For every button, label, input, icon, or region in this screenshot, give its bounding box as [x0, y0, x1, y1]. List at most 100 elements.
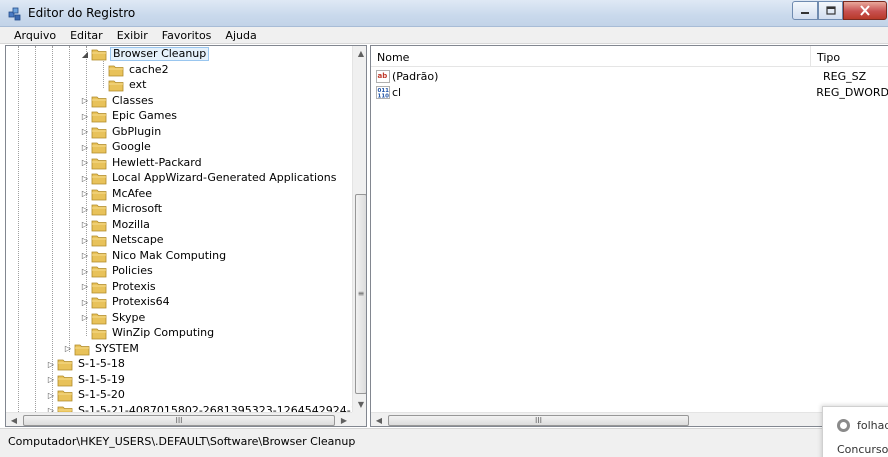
scroll-left-arrow[interactable]: ◀ [6, 413, 22, 426]
tree-item[interactable]: ▷ S-1-5-18 [45, 356, 127, 372]
tree-item[interactable]: ▷ S-1-5-21-4087015802-2681395323-12645429… [45, 403, 352, 413]
registry-values-list[interactable]: Nome Tipo ab (Padrão) REG_SZ 011 110 cl … [370, 45, 888, 427]
tree-item-label: Policies [112, 264, 153, 277]
folder-icon [91, 220, 107, 231]
expand-arrow-icon[interactable]: ▷ [45, 403, 57, 412]
maximize-icon [825, 6, 836, 15]
value-row[interactable]: ab (Padrão) REG_SZ [371, 68, 888, 84]
expand-arrow-icon[interactable]: ▷ [79, 248, 91, 264]
tree-item-label: Netscape [112, 233, 164, 246]
expand-arrow-icon[interactable]: ▷ [62, 341, 74, 357]
tree-item[interactable]: ▷ S-1-5-20 [45, 387, 127, 403]
menu-exibir[interactable]: Exibir [110, 27, 155, 43]
tree-guide-line [35, 46, 36, 412]
expand-arrow-icon[interactable]: ▷ [79, 155, 91, 171]
expand-arrow-icon[interactable]: ▷ [79, 310, 91, 326]
tree-guide-line [69, 46, 70, 352]
expand-arrow-icon[interactable]: ▷ [79, 279, 91, 295]
expand-arrow-icon[interactable]: ▷ [45, 356, 57, 372]
tree-item[interactable]: ▷ S-1-5-19 [45, 372, 127, 388]
tree-item-label: WinZip Computing [112, 326, 215, 339]
folder-icon [91, 282, 107, 293]
expand-arrow-icon[interactable]: ▷ [79, 108, 91, 124]
tree-item-label: Microsoft [112, 202, 163, 215]
registry-key-tree[interactable]: ◢ Browser Cleanup cache2 ext ▷ Classes ▷ Epic G… [5, 45, 367, 427]
tree-item[interactable]: ▷ Nico Mak Computing [79, 248, 228, 264]
tree-item[interactable]: WinZip Computing [79, 325, 216, 341]
close-button[interactable] [843, 1, 887, 20]
scrollbar-thumb[interactable]: III [23, 415, 335, 426]
no-expander [96, 77, 108, 93]
scrollbar-thumb[interactable]: ≡ [355, 194, 366, 394]
folder-icon [57, 359, 73, 371]
tree-item[interactable]: ▷ Local AppWizard-Generated Applications [79, 170, 338, 186]
tree-item[interactable]: ▷ Hewlett-Packard [79, 155, 204, 171]
expand-arrow-icon[interactable]: ▷ [45, 372, 57, 388]
expand-arrow-icon[interactable]: ▷ [79, 170, 91, 186]
expand-arrow-icon[interactable]: ▷ [79, 294, 91, 310]
scroll-down-arrow[interactable]: ▼ [353, 397, 366, 412]
no-expander [79, 325, 91, 341]
tree-item[interactable]: ▷ SYSTEM [62, 341, 141, 357]
tree-item[interactable]: ▷ Protexis [79, 279, 158, 295]
folder-icon [74, 344, 90, 355]
binary-value-icon: 011 110 [376, 85, 390, 99]
expand-arrow-icon[interactable]: ▷ [79, 93, 91, 109]
menu-favoritos[interactable]: Favoritos [155, 27, 219, 43]
expand-arrow-icon[interactable]: ▷ [45, 387, 57, 403]
expanded-arrow-icon[interactable]: ◢ [79, 46, 91, 62]
tree-vertical-scrollbar[interactable]: ▲ ≡ ▼ [352, 46, 366, 412]
tree-item[interactable]: ▷ Protexis64 [79, 294, 172, 310]
folder-icon [91, 313, 107, 324]
status-bar: Computador\HKEY_USERS\.DEFAULT\Software\… [0, 428, 888, 457]
tree-item-label: Google [112, 140, 151, 153]
tree-item[interactable]: ext [96, 77, 148, 93]
tree-item[interactable]: ▷ Classes [79, 93, 155, 109]
maximize-button[interactable] [818, 1, 843, 20]
chrome-icon [837, 419, 850, 432]
title-bar: Editor do Registro [0, 0, 888, 27]
tree-item-label: S-1-5-21-4087015802-2681395323-126454292… [78, 403, 352, 413]
tree-item-label: Protexis [112, 279, 156, 293]
tree-item[interactable]: ▷ Microsoft [79, 201, 164, 217]
folder-icon [91, 266, 107, 278]
notification-title: folhad [857, 419, 888, 432]
column-header-name[interactable]: Nome [371, 46, 811, 67]
tree-item[interactable]: ▷ Mozilla [79, 217, 152, 233]
column-header-type[interactable]: Tipo [811, 46, 888, 67]
expand-arrow-icon[interactable]: ▷ [79, 232, 91, 248]
expand-arrow-icon[interactable]: ▷ [79, 217, 91, 233]
minimize-button[interactable] [792, 1, 818, 20]
folder-icon [91, 127, 107, 138]
tree-item[interactable]: ▷ Policies [79, 263, 155, 279]
tree-item[interactable]: ▷ Netscape [79, 232, 166, 248]
tree-item[interactable]: ▷ GbPlugin [79, 124, 163, 140]
expand-arrow-icon[interactable]: ▷ [79, 201, 91, 217]
scroll-right-arrow[interactable]: ▶ [336, 413, 352, 426]
values-horizontal-scrollbar[interactable]: ◀ III [371, 412, 888, 426]
scroll-up-arrow[interactable]: ▲ [353, 46, 366, 61]
expand-arrow-icon[interactable]: ▷ [79, 124, 91, 140]
tree-item[interactable]: ▷ Skype [79, 310, 147, 326]
menu-editar[interactable]: Editar [63, 27, 110, 43]
tree-horizontal-scrollbar[interactable]: ◀ III ▶ [6, 412, 352, 426]
notification-popup[interactable]: folhad Concurso [822, 406, 888, 457]
value-row[interactable]: 011 110 cl REG_DWORD [371, 84, 888, 100]
tree-item[interactable]: ▷ McAfee [79, 186, 154, 202]
tree-guide-line [18, 46, 19, 412]
tree-item-label: cache2 [129, 62, 169, 76]
scrollbar-thumb[interactable]: III [388, 415, 689, 426]
menu-arquivo[interactable]: Arquivo [0, 27, 63, 43]
expand-arrow-icon[interactable]: ▷ [79, 263, 91, 279]
tree-item[interactable]: cache2 [96, 62, 171, 78]
window-title: Editor do Registro [28, 6, 136, 20]
expand-arrow-icon[interactable]: ▷ [79, 139, 91, 155]
tree-item-label: McAfee [112, 186, 153, 200]
expand-arrow-icon[interactable]: ▷ [79, 186, 91, 202]
scroll-left-arrow[interactable]: ◀ [371, 413, 387, 426]
tree-item[interactable]: ▷ Epic Games [79, 108, 179, 124]
tree-item[interactable]: ◢ Browser Cleanup [79, 46, 210, 62]
tree-item[interactable]: ▷ Google [79, 139, 153, 155]
menu-ajuda[interactable]: Ajuda [218, 27, 263, 43]
tree-item-label: Local AppWizard-Generated Applications [112, 171, 337, 184]
